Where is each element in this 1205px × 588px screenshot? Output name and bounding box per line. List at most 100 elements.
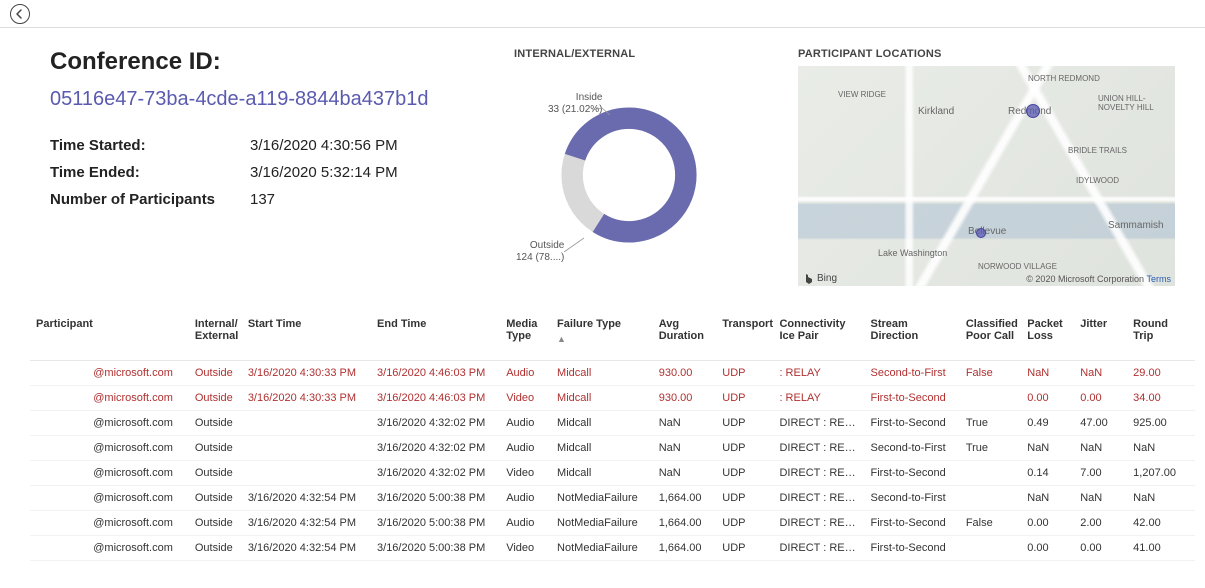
conference-id-value: 05116e47-73ba-4cde-a119-8844ba437b1d xyxy=(50,88,490,111)
city-label: Bellevue xyxy=(968,226,1006,237)
cell-avg-duration: NaN xyxy=(653,411,717,436)
cell-participant: @microsoft.com xyxy=(30,486,189,511)
col-transport[interactable]: Transport xyxy=(716,312,773,361)
cell-failure-type: Midcall xyxy=(551,361,653,386)
participants-value: 137 xyxy=(250,191,275,208)
cell-failure-type: Midcall xyxy=(551,461,653,486)
cell-participant: @microsoft.com xyxy=(30,461,189,486)
col-connectivity[interactable]: Connectivity Ice Pair xyxy=(773,312,864,361)
table-row[interactable]: @microsoft.comOutside3/16/2020 4:32:54 P… xyxy=(30,536,1195,561)
map-attribution: Bing xyxy=(804,273,837,284)
table-row[interactable]: @microsoft.comOutside3/16/2020 4:32:54 P… xyxy=(30,511,1195,536)
chart-outside-label: Outside 124 (78....) xyxy=(516,240,564,264)
col-participant[interactable]: Participant xyxy=(30,312,189,361)
cell-end-time: 3/16/2020 4:32:02 PM xyxy=(371,411,500,436)
cell-classified-poor: True xyxy=(960,436,1021,461)
cell-jitter: 0.00 xyxy=(1074,536,1127,561)
sort-ascending-icon: ▲ xyxy=(557,334,647,344)
cell-participant: @microsoft.com xyxy=(30,411,189,436)
cell-avg-duration: NaN xyxy=(653,461,717,486)
cell-end-time: 3/16/2020 4:46:03 PM xyxy=(371,386,500,411)
col-media-type[interactable]: Media Type xyxy=(500,312,551,361)
cell-failure-type: Midcall xyxy=(551,386,653,411)
cell-transport: UDP xyxy=(716,461,773,486)
cell-jitter: 2.00 xyxy=(1074,511,1127,536)
col-end-time[interactable]: End Time xyxy=(371,312,500,361)
cell-failure-type: Midcall xyxy=(551,411,653,436)
map-canvas[interactable]: VIEW RIDGE Kirkland Redmond Bellevue Sam… xyxy=(798,66,1175,286)
city-label: BRIDLE TRAILS xyxy=(1068,146,1127,155)
cell-end-time: 3/16/2020 5:00:38 PM xyxy=(371,536,500,561)
cell-jitter: 47.00 xyxy=(1074,411,1127,436)
col-avg-duration[interactable]: Avg Duration xyxy=(653,312,717,361)
time-ended-label: Time Ended: xyxy=(50,164,250,181)
cell-avg-duration: 1,664.00 xyxy=(653,511,717,536)
cell-avg-duration: 1,664.00 xyxy=(653,536,717,561)
cell-start-time xyxy=(242,436,371,461)
cell-jitter: 0.00 xyxy=(1074,386,1127,411)
table-row[interactable]: @microsoft.comOutside3/16/2020 4:30:33 P… xyxy=(30,361,1195,386)
cell-connectivity: : RELAY xyxy=(773,386,864,411)
col-stream-direction[interactable]: Stream Direction xyxy=(865,312,960,361)
cell-end-time: 3/16/2020 5:00:38 PM xyxy=(371,486,500,511)
cell-participant: @microsoft.com xyxy=(30,536,189,561)
cell-end-time: 3/16/2020 4:32:02 PM xyxy=(371,436,500,461)
col-packet-loss[interactable]: Packet Loss xyxy=(1021,312,1074,361)
cell-transport: UDP xyxy=(716,536,773,561)
map-pin[interactable] xyxy=(976,228,986,238)
cell-classified-poor: False xyxy=(960,511,1021,536)
col-internal-external[interactable]: Internal/ External xyxy=(189,312,242,361)
cell-transport: UDP xyxy=(716,386,773,411)
cell-round-trip: 925.00 xyxy=(1127,411,1195,436)
cell-media-type: Video xyxy=(500,461,551,486)
cell-classified-poor xyxy=(960,461,1021,486)
cell-jitter: NaN xyxy=(1074,361,1127,386)
cell-avg-duration: NaN xyxy=(653,436,717,461)
conference-info: Conference ID: 05116e47-73ba-4cde-a119-8… xyxy=(50,48,490,286)
cell-transport: UDP xyxy=(716,436,773,461)
table-row[interactable]: @microsoft.comOutside3/16/2020 4:32:54 P… xyxy=(30,486,1195,511)
map-terms-link[interactable]: Terms xyxy=(1147,274,1172,284)
participants-label: Number of Participants xyxy=(50,191,250,208)
internal-external-chart: INTERNAL/EXTERNAL Inside 33 (21.02%) Out… xyxy=(514,48,774,286)
summary-row: Conference ID: 05116e47-73ba-4cde-a119-8… xyxy=(0,28,1205,296)
table-row[interactable]: @microsoft.comOutside3/16/2020 4:32:02 P… xyxy=(30,461,1195,486)
cell-connectivity: DIRECT : RELAY xyxy=(773,461,864,486)
cell-round-trip: 34.00 xyxy=(1127,386,1195,411)
city-label: Lake Washington xyxy=(878,248,947,258)
cell-packet-loss: NaN xyxy=(1021,361,1074,386)
arrow-left-icon xyxy=(14,8,26,20)
cell-participant: @microsoft.com xyxy=(30,436,189,461)
cell-connectivity: DIRECT : RELAY xyxy=(773,536,864,561)
city-label: IDYLWOOD xyxy=(1076,176,1119,185)
cell-stream-direction: First-to-Second xyxy=(865,461,960,486)
cell-start-time xyxy=(242,461,371,486)
col-classified-poor[interactable]: Classified Poor Call xyxy=(960,312,1021,361)
cell-avg-duration: 930.00 xyxy=(653,361,717,386)
back-button[interactable] xyxy=(10,4,30,24)
cell-start-time: 3/16/2020 4:30:33 PM xyxy=(242,361,371,386)
table-row[interactable]: @microsoft.comOutside3/16/2020 4:32:02 P… xyxy=(30,411,1195,436)
participant-locations: PARTICIPANT LOCATIONS VIEW RIDGE Kirklan… xyxy=(798,48,1175,286)
cell-stream-direction: Second-to-First xyxy=(865,486,960,511)
city-label: NORTH REDMOND xyxy=(1028,74,1100,83)
col-jitter[interactable]: Jitter xyxy=(1074,312,1127,361)
cell-avg-duration: 930.00 xyxy=(653,386,717,411)
bing-icon xyxy=(804,274,814,284)
col-start-time[interactable]: Start Time xyxy=(242,312,371,361)
map-pin[interactable] xyxy=(1026,104,1040,118)
table-row[interactable]: @microsoft.comOutside3/16/2020 4:32:02 P… xyxy=(30,436,1195,461)
cell-transport: UDP xyxy=(716,361,773,386)
cell-classified-poor: False xyxy=(960,361,1021,386)
cell-failure-type: NotMediaFailure xyxy=(551,511,653,536)
cell-packet-loss: 0.00 xyxy=(1021,536,1074,561)
city-label: Kirkland xyxy=(918,106,954,117)
col-failure-type[interactable]: Failure Type▲ xyxy=(551,312,653,361)
table-row[interactable]: @microsoft.comOutside3/16/2020 4:30:33 P… xyxy=(30,386,1195,411)
map-title: PARTICIPANT LOCATIONS xyxy=(798,48,1175,60)
cell-packet-loss: 0.00 xyxy=(1021,386,1074,411)
cell-connectivity: : RELAY xyxy=(773,361,864,386)
cell-round-trip: 42.00 xyxy=(1127,511,1195,536)
col-round-trip[interactable]: Round Trip xyxy=(1127,312,1195,361)
cell-stream-direction: First-to-Second xyxy=(865,386,960,411)
